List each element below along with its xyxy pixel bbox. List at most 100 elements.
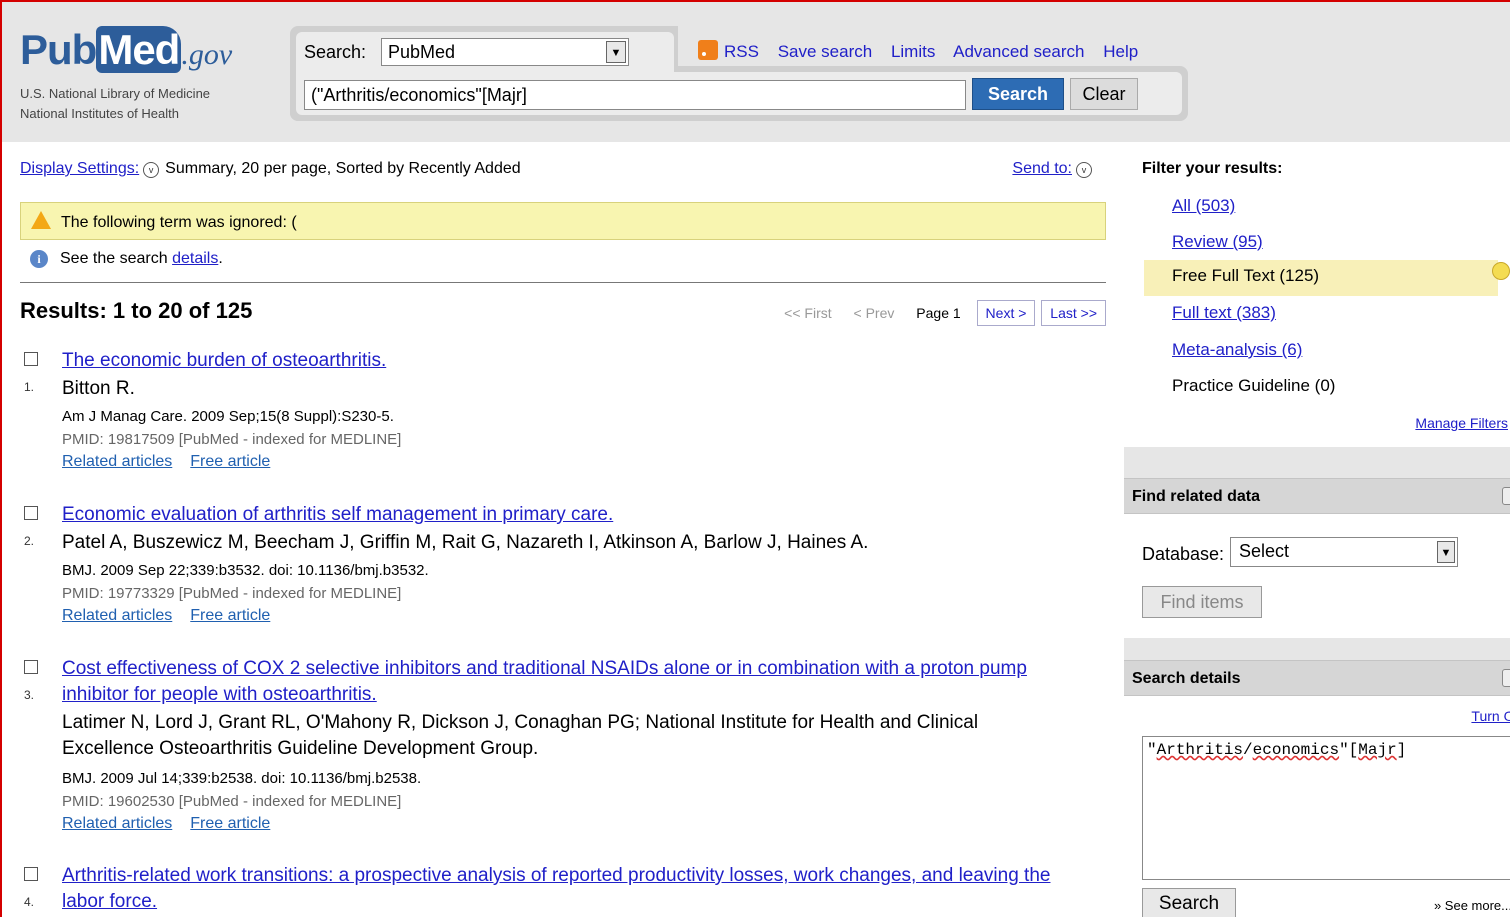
free-article-link[interactable]: Free article xyxy=(190,453,270,470)
result-authors: Patel A, Buszewicz M, Beecham J, Griffin… xyxy=(62,532,869,553)
filter-practice-guideline: Practice Guideline (0) xyxy=(1172,376,1336,395)
results-count: Results: 1 to 20 of 125 xyxy=(20,298,253,323)
result-title-link[interactable]: Cost effectiveness of COX 2 selective in… xyxy=(62,656,1072,708)
rss-icon[interactable] xyxy=(698,40,718,60)
filter-all[interactable]: All (503) xyxy=(1172,196,1235,216)
logo-nih-text: National Institutes of Health xyxy=(20,106,179,121)
send-to-link[interactable]: Send to: xyxy=(1012,160,1072,177)
related-database-label: Database: xyxy=(1142,544,1225,564)
result-checkbox[interactable] xyxy=(24,506,38,520)
help-link[interactable]: Help xyxy=(1103,42,1138,61)
free-article-link[interactable]: Free article xyxy=(190,815,270,832)
manage-filters-link[interactable]: Manage Filters xyxy=(1415,415,1508,431)
logo-pub-text: Pub xyxy=(20,26,97,73)
related-articles-link[interactable]: Related articles xyxy=(62,453,172,470)
related-articles-link[interactable]: Related articles xyxy=(62,607,172,624)
result-number: 1. xyxy=(24,380,35,394)
result-authors: Bitton R. xyxy=(62,378,135,399)
logo-med-text: Med xyxy=(96,26,182,73)
query-part: Arthritis xyxy=(1156,741,1244,759)
next-page-button[interactable]: Next > xyxy=(976,300,1036,326)
result-checkbox[interactable] xyxy=(24,867,38,881)
display-settings-value: Summary, 20 per page, Sorted by Recently… xyxy=(165,160,521,177)
advanced-search-link[interactable]: Advanced search xyxy=(953,42,1084,61)
filter-meta-analysis[interactable]: Meta-analysis (6) xyxy=(1172,340,1302,360)
query-part: "[ xyxy=(1339,741,1359,759)
logo-nlm-text: U.S. National Library of Medicine xyxy=(20,86,211,101)
result-pmid: PMID: 19773329 [PubMed - indexed for MED… xyxy=(62,585,402,602)
query-part: economics xyxy=(1252,741,1340,759)
info-prefix: See the search xyxy=(60,250,173,267)
warning-text: The following term was ignored: ( xyxy=(61,214,297,231)
query-part: Majr xyxy=(1358,741,1397,759)
search-details-link[interactable]: details xyxy=(172,250,218,267)
search-bar: Search: PubMed ▼ RSS Save search Limits … xyxy=(290,26,1188,121)
info-suffix: . xyxy=(218,250,223,267)
send-to[interactable]: Send to: v xyxy=(1012,160,1098,178)
result-number: 4. xyxy=(24,895,35,909)
page-frame: PubMed.gov U.S. National Library of Medi… xyxy=(0,0,1510,917)
see-more-link[interactable]: » See more... xyxy=(1434,898,1510,913)
result-authors: Latimer N, Lord J, Grant RL, O'Mahony R,… xyxy=(62,712,979,759)
related-database-value: Select xyxy=(1239,541,1290,561)
search-input[interactable]: ("Arthritis/economics"[Majr] xyxy=(304,80,966,110)
header: PubMed.gov U.S. National Library of Medi… xyxy=(2,2,1510,142)
find-related-data-title: Find related data xyxy=(1132,488,1261,505)
filter-full-text[interactable]: Full text (383) xyxy=(1172,303,1276,323)
query-part: / xyxy=(1243,741,1253,759)
divider xyxy=(20,282,1106,283)
result-checkbox[interactable] xyxy=(24,660,38,674)
pagination: << First < Prev Page 1 Next > Last >> xyxy=(784,300,1106,326)
database-select-value: PubMed xyxy=(388,42,456,62)
query-part: ] xyxy=(1396,741,1407,759)
search-details-search-button[interactable]: Search xyxy=(1142,888,1236,917)
first-page-link[interactable]: << First xyxy=(784,305,831,321)
info-message: i See the search details. xyxy=(30,250,223,268)
result-number: 3. xyxy=(24,688,35,702)
result-checkbox[interactable] xyxy=(24,352,38,366)
warning-message: The following term was ignored: ( xyxy=(20,202,1106,240)
filter-free-full-text[interactable]: Free Full Text (125) xyxy=(1172,266,1319,286)
filter-title: Filter your results: xyxy=(1142,160,1283,177)
free-article-link[interactable]: Free article xyxy=(190,607,270,624)
save-search-link[interactable]: Save search xyxy=(778,42,873,61)
database-select[interactable]: PubMed ▼ xyxy=(381,38,629,66)
result-title-link[interactable]: Economic evaluation of arthritis self ma… xyxy=(62,502,1072,528)
logo-gov-text: .gov xyxy=(181,38,233,71)
current-page: Page 1 xyxy=(916,305,961,321)
rss-link[interactable]: RSS xyxy=(724,42,759,61)
pubmed-logo[interactable]: PubMed.gov U.S. National Library of Medi… xyxy=(20,26,233,124)
search-links: RSS Save search Limits Advanced search H… xyxy=(698,40,1152,62)
info-icon: i xyxy=(30,250,48,268)
prev-page-link[interactable]: < Prev xyxy=(854,305,895,321)
related-articles-link[interactable]: Related articles xyxy=(62,815,172,832)
clear-button[interactable]: Clear xyxy=(1070,78,1138,110)
result-citation: BMJ. 2009 Sep 22;339:b3532. doi: 10.1136… xyxy=(62,562,429,579)
display-settings-bar: Display Settings: v Summary, 20 per page, … xyxy=(20,160,1106,178)
add-filter-icon[interactable] xyxy=(1492,262,1510,280)
result-title-link[interactable]: Arthritis-related work transitions: a pr… xyxy=(62,863,1072,915)
last-page-button[interactable]: Last >> xyxy=(1041,300,1106,326)
result-citation: Am J Manag Care. 2009 Sep;15(8 Suppl):S2… xyxy=(62,408,394,425)
filter-review[interactable]: Review (95) xyxy=(1172,232,1263,252)
result-title-link[interactable]: The economic burden of osteoarthritis. xyxy=(62,348,1072,374)
turn-off-link[interactable]: Turn Off xyxy=(1471,708,1510,724)
result-pmid: PMID: 19817509 [PubMed - indexed for MED… xyxy=(62,431,402,448)
collapse-icon[interactable] xyxy=(1502,669,1510,687)
search-button[interactable]: Search xyxy=(972,78,1064,110)
collapse-icon[interactable] xyxy=(1502,487,1510,505)
result-citation: BMJ. 2009 Jul 14;339:b2538. doi: 10.1136… xyxy=(62,770,422,787)
chevron-down-icon[interactable]: v xyxy=(1076,162,1092,178)
search-details-query[interactable]: "Arthritis/economics"[Majr] xyxy=(1142,736,1510,880)
find-items-button[interactable]: Find items xyxy=(1142,586,1262,618)
sidebar: Filter your results: All (503) Review (9… xyxy=(1124,142,1510,917)
chevron-down-icon[interactable]: v xyxy=(143,162,160,178)
display-settings-link[interactable]: Display Settings: xyxy=(20,160,139,177)
result-links: Related articles Free article xyxy=(62,453,288,471)
chevron-down-icon: ▼ xyxy=(606,41,626,63)
result-links: Related articles Free article xyxy=(62,815,288,833)
limits-link[interactable]: Limits xyxy=(891,42,935,61)
search-details-panel: Search details Turn Off "Arthritis/econo… xyxy=(1124,660,1510,917)
related-database-select[interactable]: Select ▼ xyxy=(1230,537,1458,567)
query-part: " xyxy=(1147,741,1157,759)
